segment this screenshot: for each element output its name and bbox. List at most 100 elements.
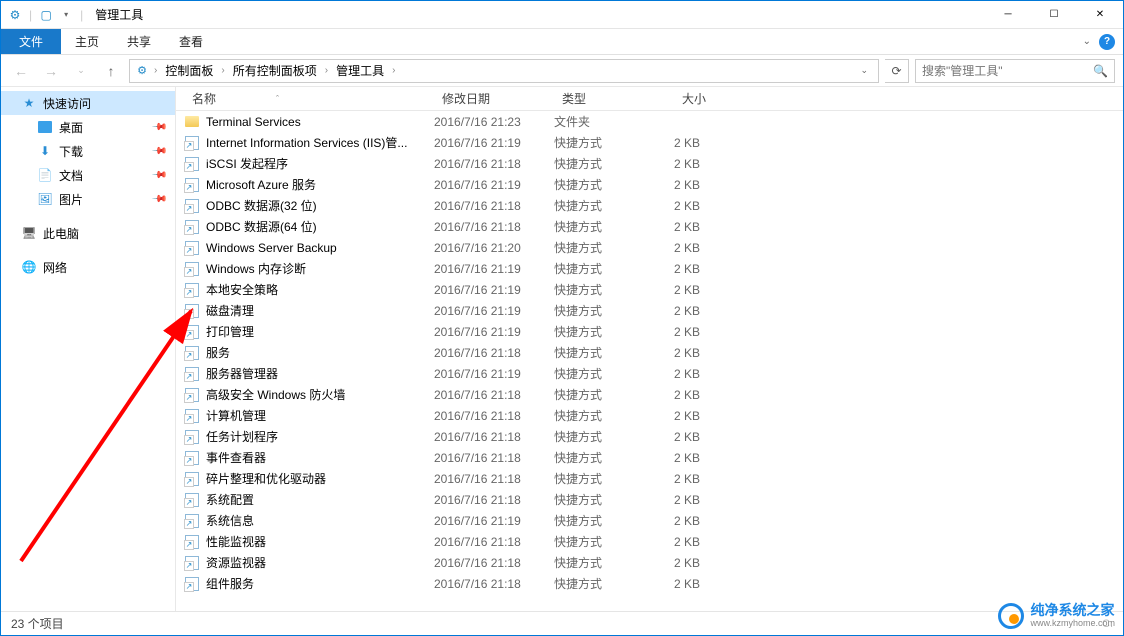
- file-name: Windows Server Backup: [206, 241, 337, 255]
- cell-name: 组件服务: [184, 575, 434, 592]
- up-button[interactable]: ↑: [99, 59, 123, 83]
- cell-name: 高级安全 Windows 防火墙: [184, 386, 434, 403]
- help-icon[interactable]: ?: [1099, 34, 1115, 50]
- cell-name: 任务计划程序: [184, 428, 434, 445]
- tab-view[interactable]: 查看: [165, 29, 217, 54]
- search-box[interactable]: 🔍: [915, 59, 1115, 83]
- pin-icon: 📌: [150, 119, 167, 136]
- file-row[interactable]: 系统信息2016/7/16 21:19快捷方式2 KB: [176, 510, 1123, 531]
- address-dropdown-icon[interactable]: ⌄: [854, 65, 874, 76]
- file-row[interactable]: 碎片整理和优化驱动器2016/7/16 21:18快捷方式2 KB: [176, 468, 1123, 489]
- sidebar-this-pc[interactable]: 🖥 此电脑: [1, 221, 175, 245]
- shortcut-icon: [184, 387, 200, 403]
- crumb-admin-tools[interactable]: 管理工具: [332, 62, 388, 79]
- cell-name: 计算机管理: [184, 407, 434, 424]
- file-name: Internet Information Services (IIS)管...: [206, 134, 407, 151]
- cell-size: 2 KB: [674, 556, 754, 570]
- control-panel-icon[interactable]: ⚙: [7, 7, 23, 23]
- file-row[interactable]: 服务2016/7/16 21:18快捷方式2 KB: [176, 342, 1123, 363]
- ribbon-expand-icon[interactable]: ⌄: [1083, 36, 1091, 47]
- file-row[interactable]: 事件查看器2016/7/16 21:18快捷方式2 KB: [176, 447, 1123, 468]
- file-name: 高级安全 Windows 防火墙: [206, 386, 345, 403]
- crumb-control-panel[interactable]: 控制面板: [161, 62, 217, 79]
- cell-name: 碎片整理和优化驱动器: [184, 470, 434, 487]
- qat-dropdown-icon[interactable]: ▾: [58, 7, 74, 23]
- cell-date: 2016/7/16 21:19: [434, 367, 554, 381]
- file-row[interactable]: 高级安全 Windows 防火墙2016/7/16 21:18快捷方式2 KB: [176, 384, 1123, 405]
- file-row[interactable]: Windows Server Backup2016/7/16 21:20快捷方式…: [176, 237, 1123, 258]
- file-row[interactable]: 磁盘清理2016/7/16 21:19快捷方式2 KB: [176, 300, 1123, 321]
- file-row[interactable]: ODBC 数据源(32 位)2016/7/16 21:18快捷方式2 KB: [176, 195, 1123, 216]
- shortcut-icon: [184, 345, 200, 361]
- column-name[interactable]: 名称 ˆ: [184, 90, 434, 107]
- cell-type: 快捷方式: [554, 386, 674, 403]
- sidebar-item-desktop[interactable]: 桌面 📌: [1, 115, 175, 139]
- file-row[interactable]: 任务计划程序2016/7/16 21:18快捷方式2 KB: [176, 426, 1123, 447]
- cell-name: 磁盘清理: [184, 302, 434, 319]
- cell-type: 快捷方式: [554, 365, 674, 382]
- column-type[interactable]: 类型: [554, 90, 674, 107]
- cell-type: 快捷方式: [554, 302, 674, 319]
- crumb-all-items[interactable]: 所有控制面板项: [229, 62, 321, 79]
- sidebar-quick-access[interactable]: ★ 快速访问: [1, 91, 175, 115]
- cell-type: 快捷方式: [554, 344, 674, 361]
- crumb-sep-icon[interactable]: ›: [152, 65, 159, 76]
- file-row[interactable]: 性能监视器2016/7/16 21:18快捷方式2 KB: [176, 531, 1123, 552]
- location-icon[interactable]: ⚙: [134, 63, 150, 79]
- shortcut-icon: [184, 450, 200, 466]
- sidebar-network[interactable]: 🌐 网络: [1, 255, 175, 279]
- tab-share[interactable]: 共享: [113, 29, 165, 54]
- search-input[interactable]: [922, 64, 1093, 78]
- file-row[interactable]: 计算机管理2016/7/16 21:18快捷方式2 KB: [176, 405, 1123, 426]
- file-row[interactable]: Terminal Services2016/7/16 21:23文件夹: [176, 111, 1123, 132]
- tab-home[interactable]: 主页: [61, 29, 113, 54]
- crumb-sep-icon[interactable]: ›: [219, 65, 226, 76]
- cell-date: 2016/7/16 21:18: [434, 556, 554, 570]
- forward-button[interactable]: →: [39, 59, 63, 83]
- breadcrumb[interactable]: ⚙ › 控制面板 › 所有控制面板项 › 管理工具 › ⌄: [129, 59, 879, 83]
- computer-icon: 🖥: [21, 225, 37, 241]
- column-size[interactable]: 大小: [674, 90, 754, 107]
- file-row[interactable]: ODBC 数据源(64 位)2016/7/16 21:18快捷方式2 KB: [176, 216, 1123, 237]
- search-icon[interactable]: 🔍: [1093, 64, 1108, 78]
- file-row[interactable]: iSCSI 发起程序2016/7/16 21:18快捷方式2 KB: [176, 153, 1123, 174]
- shortcut-icon: [184, 471, 200, 487]
- cell-date: 2016/7/16 21:18: [434, 493, 554, 507]
- crumb-sep-icon[interactable]: ›: [323, 65, 330, 76]
- close-button[interactable]: ✕: [1077, 1, 1123, 29]
- cell-type: 快捷方式: [554, 176, 674, 193]
- column-date[interactable]: 修改日期: [434, 90, 554, 107]
- cell-name: Internet Information Services (IIS)管...: [184, 134, 434, 151]
- refresh-button[interactable]: ⟳: [885, 59, 909, 83]
- properties-icon[interactable]: ▢: [38, 7, 54, 23]
- file-tab[interactable]: 文件: [1, 29, 61, 54]
- recent-dropdown[interactable]: ⌄: [69, 59, 93, 83]
- file-row[interactable]: Microsoft Azure 服务2016/7/16 21:19快捷方式2 K…: [176, 174, 1123, 195]
- sidebar-item-downloads[interactable]: ⬇ 下载 📌: [1, 139, 175, 163]
- shortcut-icon: [184, 534, 200, 550]
- sidebar-item-pictures[interactable]: 🖼 图片 📌: [1, 187, 175, 211]
- cell-date: 2016/7/16 21:18: [434, 451, 554, 465]
- cell-type: 快捷方式: [554, 512, 674, 529]
- file-name: iSCSI 发起程序: [206, 155, 288, 172]
- back-button[interactable]: ←: [9, 59, 33, 83]
- file-row[interactable]: 服务器管理器2016/7/16 21:19快捷方式2 KB: [176, 363, 1123, 384]
- file-row[interactable]: 打印管理2016/7/16 21:19快捷方式2 KB: [176, 321, 1123, 342]
- minimize-button[interactable]: ─: [985, 1, 1031, 29]
- cell-date: 2016/7/16 21:18: [434, 157, 554, 171]
- cell-type: 快捷方式: [554, 281, 674, 298]
- file-name: ODBC 数据源(32 位): [206, 197, 317, 214]
- file-row[interactable]: 本地安全策略2016/7/16 21:19快捷方式2 KB: [176, 279, 1123, 300]
- cell-date: 2016/7/16 21:18: [434, 535, 554, 549]
- file-row[interactable]: Internet Information Services (IIS)管...2…: [176, 132, 1123, 153]
- crumb-sep-icon[interactable]: ›: [390, 65, 397, 76]
- maximize-button[interactable]: ☐: [1031, 1, 1077, 29]
- file-row[interactable]: 组件服务2016/7/16 21:18快捷方式2 KB: [176, 573, 1123, 594]
- sidebar-item-documents[interactable]: 📄 文档 📌: [1, 163, 175, 187]
- file-row[interactable]: 系统配置2016/7/16 21:18快捷方式2 KB: [176, 489, 1123, 510]
- cell-type: 快捷方式: [554, 449, 674, 466]
- file-row[interactable]: Windows 内存诊断2016/7/16 21:19快捷方式2 KB: [176, 258, 1123, 279]
- file-name: 本地安全策略: [206, 281, 278, 298]
- file-row[interactable]: 资源监视器2016/7/16 21:18快捷方式2 KB: [176, 552, 1123, 573]
- file-rows[interactable]: Terminal Services2016/7/16 21:23文件夹Inter…: [176, 111, 1123, 611]
